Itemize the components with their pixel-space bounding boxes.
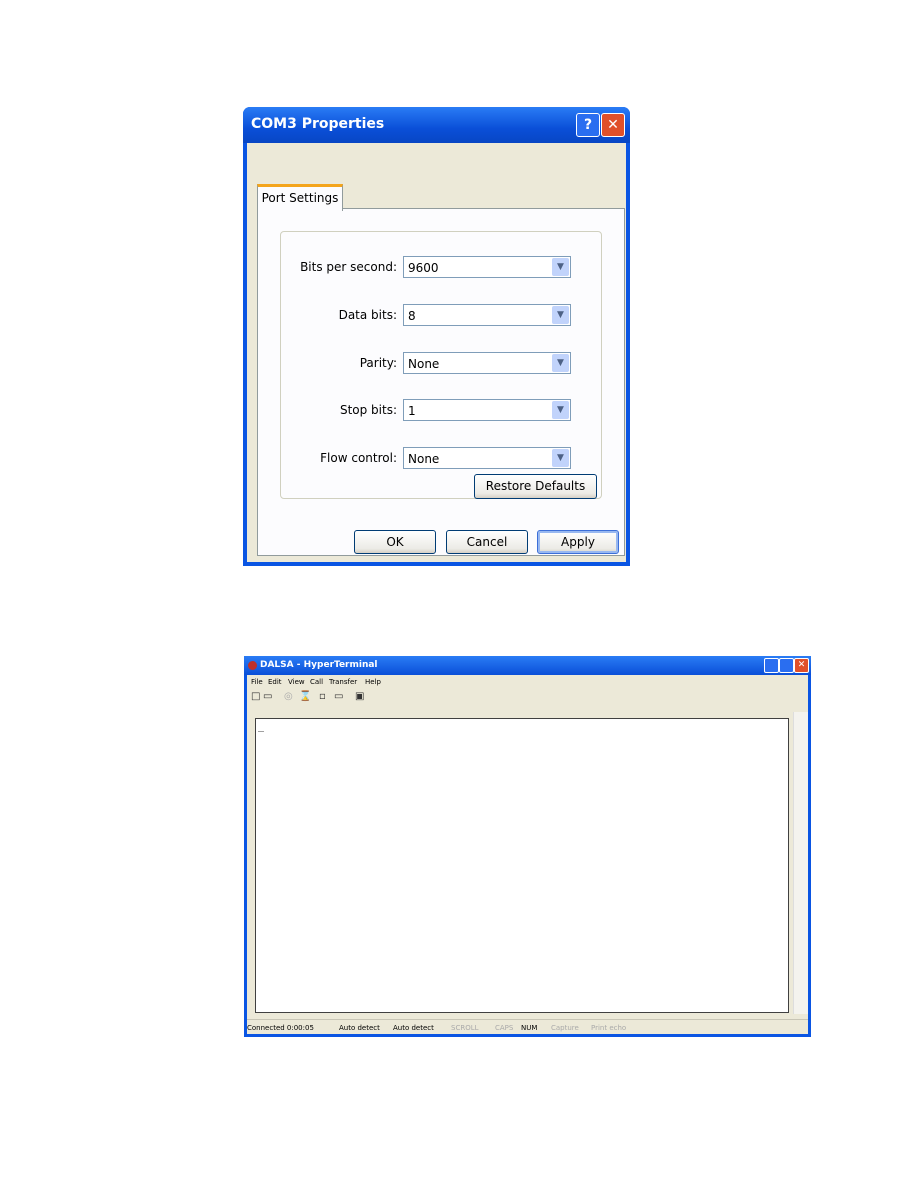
- combo-value: 9600: [408, 261, 439, 275]
- new-icon[interactable]: □: [251, 691, 260, 702]
- combo-value: 8: [408, 309, 416, 323]
- field-combo[interactable]: 1 ▼: [403, 399, 571, 421]
- chevron-down-icon[interactable]: ▼: [552, 306, 569, 324]
- field-label: Stop bits:: [339, 403, 397, 417]
- status-field: Auto detect: [393, 1024, 434, 1032]
- menu-help[interactable]: Help: [365, 678, 381, 686]
- field-combo[interactable]: None ▼: [403, 352, 571, 374]
- menu-call[interactable]: Call: [310, 678, 323, 686]
- dialog-body: Port Settings Bits per second: 9600 ▼ Data …: [247, 143, 626, 562]
- disconnect-icon[interactable]: ⌛: [299, 691, 311, 702]
- field-label: Bits per second:: [300, 260, 397, 274]
- help-button[interactable]: ?: [576, 113, 600, 137]
- minimize-button[interactable]: [764, 658, 779, 673]
- menu-view[interactable]: View: [288, 678, 305, 686]
- field-combo[interactable]: 8 ▼: [403, 304, 571, 326]
- window-body: File Edit View Call Transfer Help □ ▭ ◎ ⌛ ▫ ▭ ▣ _ C…: [247, 675, 808, 1034]
- dialog-title: COM3 Properties: [251, 116, 385, 132]
- vertical-scrollbar[interactable]: [793, 712, 808, 1014]
- field-label: Flow control:: [320, 451, 397, 465]
- menu-bar: File Edit View Call Transfer Help: [247, 675, 808, 689]
- app-icon: [248, 661, 257, 670]
- settings-group: Bits per second: 9600 ▼ Data bits: 8 ▼ Parity:…: [280, 231, 602, 499]
- combo-value: None: [408, 452, 440, 466]
- status-field: Auto detect: [339, 1024, 380, 1032]
- menu-file[interactable]: File: [251, 678, 263, 686]
- chevron-down-icon[interactable]: ▼: [552, 401, 569, 419]
- toolbar: □ ▭ ◎ ⌛ ▫ ▭ ▣: [247, 690, 808, 706]
- chevron-down-icon[interactable]: ▼: [552, 258, 569, 276]
- tab-port-settings[interactable]: Port Settings: [257, 184, 343, 211]
- terminal-area[interactable]: _: [255, 718, 789, 1013]
- cancel-button[interactable]: Cancel: [446, 530, 528, 554]
- restore-defaults-button[interactable]: Restore Defaults: [474, 474, 597, 499]
- cursor: _: [258, 721, 265, 732]
- field-combo[interactable]: None ▼: [403, 447, 571, 469]
- status-field: NUM: [521, 1024, 538, 1032]
- status-field: SCROLL: [451, 1024, 479, 1032]
- connect-icon[interactable]: ◎: [284, 691, 293, 702]
- status-field: CAPS: [495, 1024, 514, 1032]
- status-field: Print echo: [591, 1024, 627, 1032]
- properties-icon[interactable]: ▣: [355, 691, 364, 702]
- menu-edit[interactable]: Edit: [268, 678, 282, 686]
- field-label: Parity:: [359, 356, 397, 370]
- title-bar: COM3 Properties ? ✕: [243, 107, 630, 143]
- combo-value: None: [408, 357, 440, 371]
- apply-button[interactable]: Apply: [537, 530, 619, 554]
- window-title: DALSA - HyperTerminal: [260, 660, 378, 670]
- status-bar: Connected 0:00:05 Auto detect Auto detect S…: [247, 1019, 808, 1035]
- status-field: Connected 0:00:05: [247, 1024, 314, 1032]
- open-icon[interactable]: ▭: [263, 691, 272, 702]
- receive-icon[interactable]: ▭: [334, 691, 343, 702]
- ok-button[interactable]: OK: [354, 530, 436, 554]
- hyperterminal-window: DALSA - HyperTerminal ✕ File Edit View Call…: [244, 656, 811, 1037]
- field-label: Data bits:: [338, 308, 397, 322]
- close-button[interactable]: ✕: [601, 113, 625, 137]
- combo-value: 1: [408, 404, 416, 418]
- send-icon[interactable]: ▫: [319, 691, 326, 702]
- title-bar: DALSA - HyperTerminal ✕: [244, 656, 811, 675]
- close-button[interactable]: ✕: [794, 658, 809, 673]
- chevron-down-icon[interactable]: ▼: [552, 449, 569, 467]
- field-combo[interactable]: 9600 ▼: [403, 256, 571, 278]
- maximize-button[interactable]: [779, 658, 794, 673]
- com3-properties-dialog: COM3 Properties ? ✕ Port Settings Bits p…: [243, 107, 630, 566]
- status-field: Capture: [551, 1024, 579, 1032]
- menu-transfer[interactable]: Transfer: [329, 678, 357, 686]
- chevron-down-icon[interactable]: ▼: [552, 354, 569, 372]
